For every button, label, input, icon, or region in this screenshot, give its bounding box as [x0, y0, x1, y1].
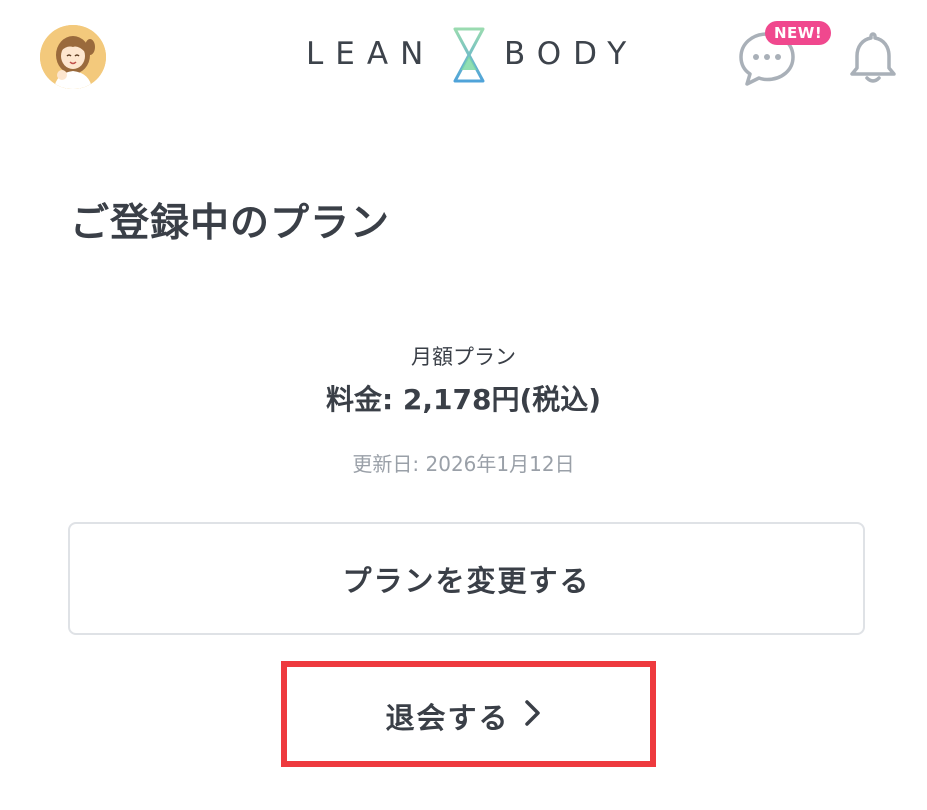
plan-name: 月額プラン [411, 345, 516, 369]
bell-icon [847, 32, 899, 90]
logo-text-body: BODY [504, 36, 639, 72]
change-plan-button[interactable]: プランを変更する [68, 522, 865, 635]
withdraw-link[interactable]: 退会する [0, 692, 927, 740]
lean-body-logo[interactable]: LEAN BODY [306, 26, 631, 84]
notification-button[interactable] [847, 30, 899, 86]
new-badge: NEW! [765, 21, 832, 45]
plan-price: 料金: 2,178円(税込) [325, 383, 602, 416]
withdraw-label: 退会する [385, 701, 510, 735]
user-avatar[interactable] [40, 25, 106, 89]
renewal-date: 更新日: 2026年1月12日 [352, 452, 575, 476]
hourglass-logo-icon [449, 26, 489, 88]
page-title: ご登録中のプラン [70, 201, 391, 246]
logo-text-lean: LEAN [306, 36, 436, 72]
chat-bubble-icon [736, 32, 798, 92]
chevron-right-icon [524, 698, 542, 735]
